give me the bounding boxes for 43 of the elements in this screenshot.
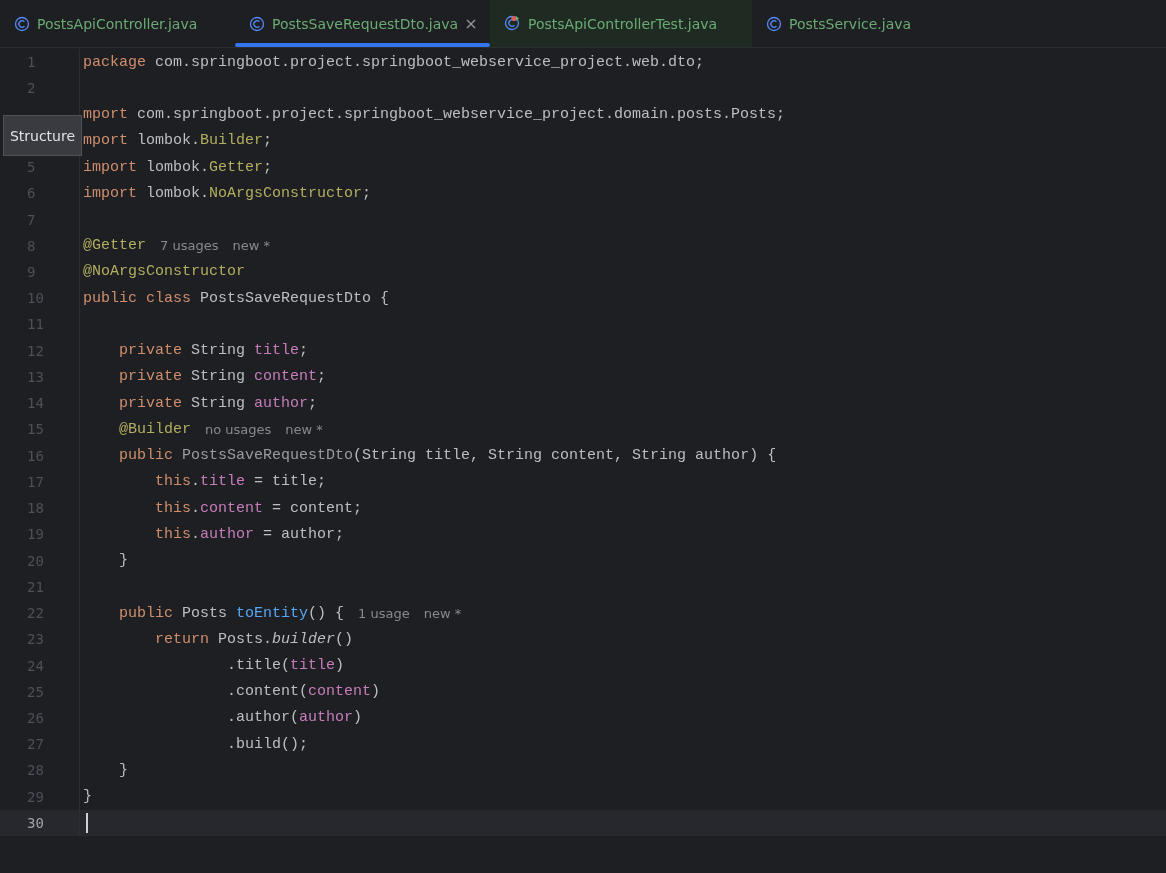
code-text: } — [83, 788, 92, 806]
class-icon — [249, 15, 265, 32]
inlay-hint[interactable]: new * — [423, 605, 462, 621]
code-text: public PostsSaveRequestDto(String title, String content, String author) { — [118, 447, 777, 465]
inlay-hint[interactable]: new * — [285, 421, 323, 437]
code-text: @Builder — [118, 420, 192, 438]
code-text: import lombok.NoArgsConstructor; — [83, 184, 372, 202]
code-text: private String author; — [118, 394, 318, 412]
code-text: @Getter — [83, 237, 146, 255]
line-number: 30 — [27, 814, 44, 831]
test-class-icon — [504, 15, 521, 32]
inlay-hint[interactable]: 1 usage — [358, 605, 410, 621]
code-text: this.content = content; — [154, 499, 363, 517]
text-cursor — [86, 812, 88, 833]
editor-tab[interactable]: PostsService.java — [752, 0, 952, 47]
code-text: private String title; — [118, 342, 309, 360]
tooltip: Structure — [3, 115, 82, 156]
editor-tab[interactable]: PostsApiControllerTest.java — [490, 0, 752, 47]
code-text: .author(author) — [226, 709, 363, 727]
inlay-hint[interactable]: new * — [232, 238, 270, 254]
inlay-hint[interactable]: 7 usages — [160, 238, 219, 254]
code-text: } — [118, 552, 128, 570]
code-text: return Posts.builder() — [154, 630, 354, 648]
close-icon[interactable] — [466, 18, 476, 29]
code-text: } — [118, 761, 128, 779]
code-text: mport lombok.Builder; — [83, 132, 273, 150]
class-icon — [14, 15, 30, 32]
code-text: package com.springboot.project.springboot_webservice_project.web.dto; — [83, 53, 705, 71]
code-text: this.author = author; — [154, 525, 345, 543]
code-text: mport com.springboot.project.springboot_webservice_project.domain.posts.Posts; — [83, 106, 786, 124]
code-text: .title(title) — [226, 657, 345, 674]
code-text: private String content; — [118, 368, 327, 386]
code-text: public Posts toEntity() { — [118, 604, 345, 622]
code-text: .content(content) — [226, 683, 381, 701]
inlay-hint[interactable]: no usages — [205, 421, 272, 437]
editor-tab[interactable]: PostsSaveRequestDto.java — [235, 0, 490, 47]
code-text: this.title = title; — [154, 473, 327, 491]
code-text: @NoArgsConstructor — [83, 263, 246, 281]
code-text: public class PostsSaveRequestDto { — [83, 289, 390, 307]
editor-tab[interactable]: PostsApiController.java — [0, 0, 235, 47]
class-icon — [766, 15, 782, 32]
code-text: import lombok.Getter; — [83, 158, 273, 176]
code-text: .build(); — [226, 735, 309, 753]
